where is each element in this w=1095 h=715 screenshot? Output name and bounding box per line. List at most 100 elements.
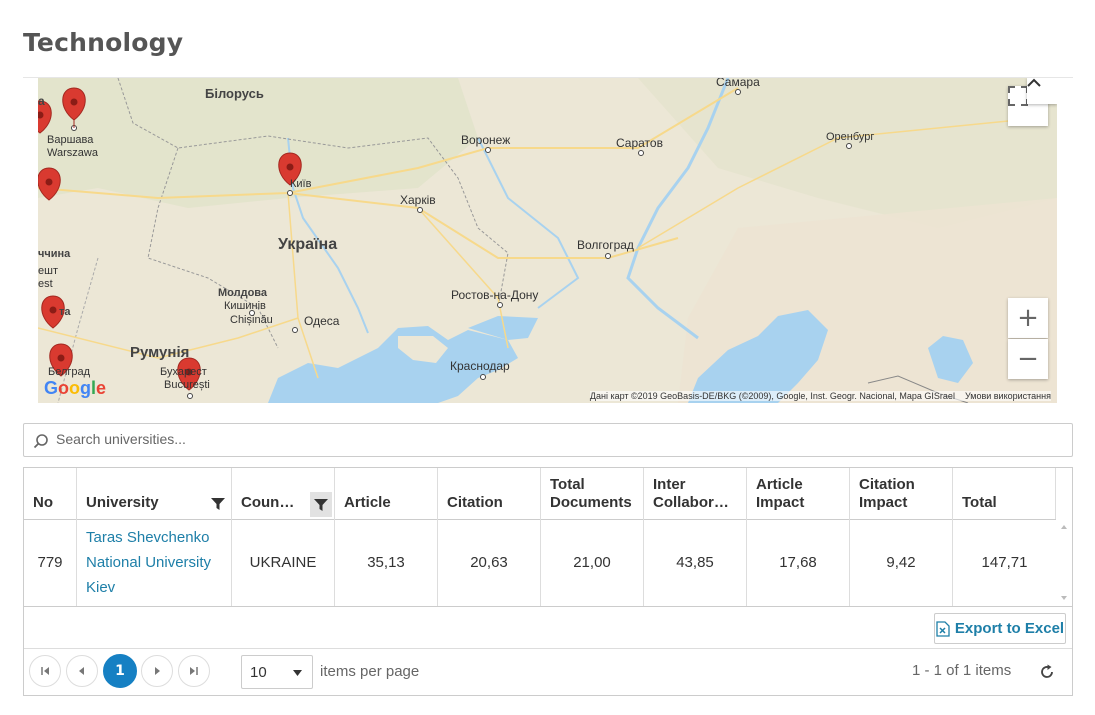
map-label: Ростов-на-Дону	[451, 288, 539, 302]
header-label: Citation	[447, 494, 503, 511]
university-name-line[interactable]: Taras Shevchenko	[86, 529, 209, 546]
map-label: Самара	[716, 78, 760, 89]
chevron-up-icon	[1027, 78, 1041, 87]
table-row[interactable]: 779 Taras Shevchenko National University K…	[24, 519, 1072, 607]
header-label-line: Documents	[550, 494, 632, 511]
cell-inter-collaboration: 43,85	[644, 519, 747, 606]
header-label-line: Impact	[859, 494, 908, 511]
map-label: Саратов	[616, 136, 663, 150]
last-page-button[interactable]	[178, 655, 210, 687]
header-article-impact[interactable]: Article Impact	[747, 468, 850, 519]
header-inter-collaboration[interactable]: Inter Collabor…	[644, 468, 747, 519]
university-link[interactable]: Taras Shevchenko National University Kiev	[77, 519, 232, 606]
header-label-line: Inter	[653, 476, 686, 493]
map-label: Warszawa	[47, 147, 98, 159]
cell-country: UKRAINE	[232, 519, 335, 606]
cell-citation: 20,63	[438, 519, 541, 606]
map-label: ешт	[38, 265, 58, 277]
header-label-line: Article	[756, 476, 803, 493]
map-label: Кишинів	[224, 300, 266, 312]
header-citation[interactable]: Citation	[438, 468, 541, 519]
excel-file-icon	[936, 620, 950, 637]
header-citation-impact[interactable]: Citation Impact	[850, 468, 953, 519]
header-total[interactable]: Total	[953, 468, 1056, 519]
map-label: București	[164, 379, 210, 391]
page-title: Technology	[23, 28, 184, 57]
map-label: Київ	[290, 178, 312, 190]
cell-article-impact: 17,68	[747, 519, 850, 606]
header-label: Inter Collabor…	[653, 476, 729, 512]
map-attribution: Дані карт ©2019 GeoBasis-DE/BKG (©2009),…	[589, 391, 1051, 401]
header-label: Citation Impact	[859, 476, 915, 512]
export-excel-button[interactable]: Export to Excel	[934, 613, 1066, 644]
header-university[interactable]: University	[77, 468, 232, 519]
filter-icon[interactable]	[211, 497, 225, 511]
prev-page-button[interactable]	[66, 655, 98, 687]
map-label: Белград	[48, 366, 91, 378]
header-label-line: Impact	[756, 494, 805, 511]
cell-article: 35,13	[335, 519, 438, 606]
map-label: Україна	[278, 236, 338, 253]
pager: 1 10 items per page 1 - 1 of 1 items	[24, 648, 1072, 696]
header-no[interactable]: No	[24, 468, 77, 519]
attribution-text: Дані карт ©2019 GeoBasis-DE/BKG (©2009),…	[589, 391, 955, 401]
header-label-line: Total	[550, 476, 585, 493]
first-page-button[interactable]	[29, 655, 61, 687]
fullscreen-icon	[1008, 86, 1028, 106]
scroll-down-icon	[1061, 596, 1067, 600]
header-label: Total	[962, 494, 997, 511]
university-name-line[interactable]: National University	[86, 554, 211, 571]
filter-icon	[314, 498, 328, 511]
header-total-documents[interactable]: Total Documents	[541, 468, 644, 519]
next-page-button[interactable]	[141, 655, 173, 687]
last-page-icon	[190, 667, 198, 675]
google-logo: Google	[44, 378, 107, 398]
export-label: Export to Excel	[954, 620, 1065, 637]
university-name-line[interactable]: Kiev	[86, 579, 115, 596]
map-canvas[interactable]	[38, 78, 1057, 403]
universities-table: No University Coun… Article Citation Tot…	[23, 467, 1073, 696]
cell-no: 779	[24, 519, 77, 606]
cell-citation-impact: 9,42	[850, 519, 953, 606]
zoom-in-button[interactable]: +	[1008, 298, 1048, 338]
prev-page-icon	[79, 667, 84, 675]
header-label: University	[86, 494, 159, 511]
pager-info: 1 - 1 of 1 items	[912, 662, 1012, 679]
refresh-button[interactable]	[1038, 663, 1056, 681]
table-header: No University Coun… Article Citation Tot…	[24, 468, 1072, 520]
page-size-select[interactable]: 10	[241, 655, 313, 689]
header-country[interactable]: Coun…	[232, 468, 335, 519]
header-label: Article Impact	[756, 476, 804, 512]
university-name[interactable]: Taras Shevchenko National University Kiev	[86, 525, 211, 600]
map-label: Харків	[400, 193, 436, 207]
search-box[interactable]	[23, 423, 1073, 457]
page-button-current[interactable]: 1	[103, 654, 137, 688]
scroll-up-icon	[1061, 525, 1067, 529]
vertical-scrollbar[interactable]	[1056, 519, 1072, 606]
map-label: Варшава	[47, 134, 94, 146]
cell-total: 147,71	[981, 554, 1028, 571]
first-page-icon	[41, 667, 49, 675]
map-view[interactable]: Білорусь Варшава Warszawa Воронеж Сарато…	[38, 78, 1057, 403]
scrollbar-arrows	[1061, 525, 1067, 600]
search-icon	[33, 434, 48, 449]
collapse-button[interactable]	[1027, 78, 1057, 104]
header-label-line: Citation	[859, 476, 915, 493]
map-label: Білорусь	[205, 86, 264, 101]
map-label: Оренбург	[826, 131, 875, 143]
map-label: Воронеж	[461, 133, 511, 147]
next-page-icon	[155, 667, 160, 675]
map-label: Волгоград	[577, 238, 634, 252]
search-input[interactable]	[54, 430, 1058, 448]
header-article[interactable]: Article	[335, 468, 438, 519]
terms-link[interactable]: Умови використання	[965, 391, 1051, 401]
header-scroll-spacer	[1056, 468, 1072, 519]
refresh-icon	[1041, 664, 1053, 678]
header-label: Article	[344, 494, 391, 511]
map-label: Краснодар	[450, 359, 510, 373]
filter-button-active[interactable]	[310, 492, 332, 517]
zoom-out-button[interactable]: −	[1008, 339, 1048, 379]
map-label: Румунія	[130, 344, 190, 361]
caret-down-icon	[293, 670, 302, 676]
map-label: Одеса	[304, 314, 340, 328]
